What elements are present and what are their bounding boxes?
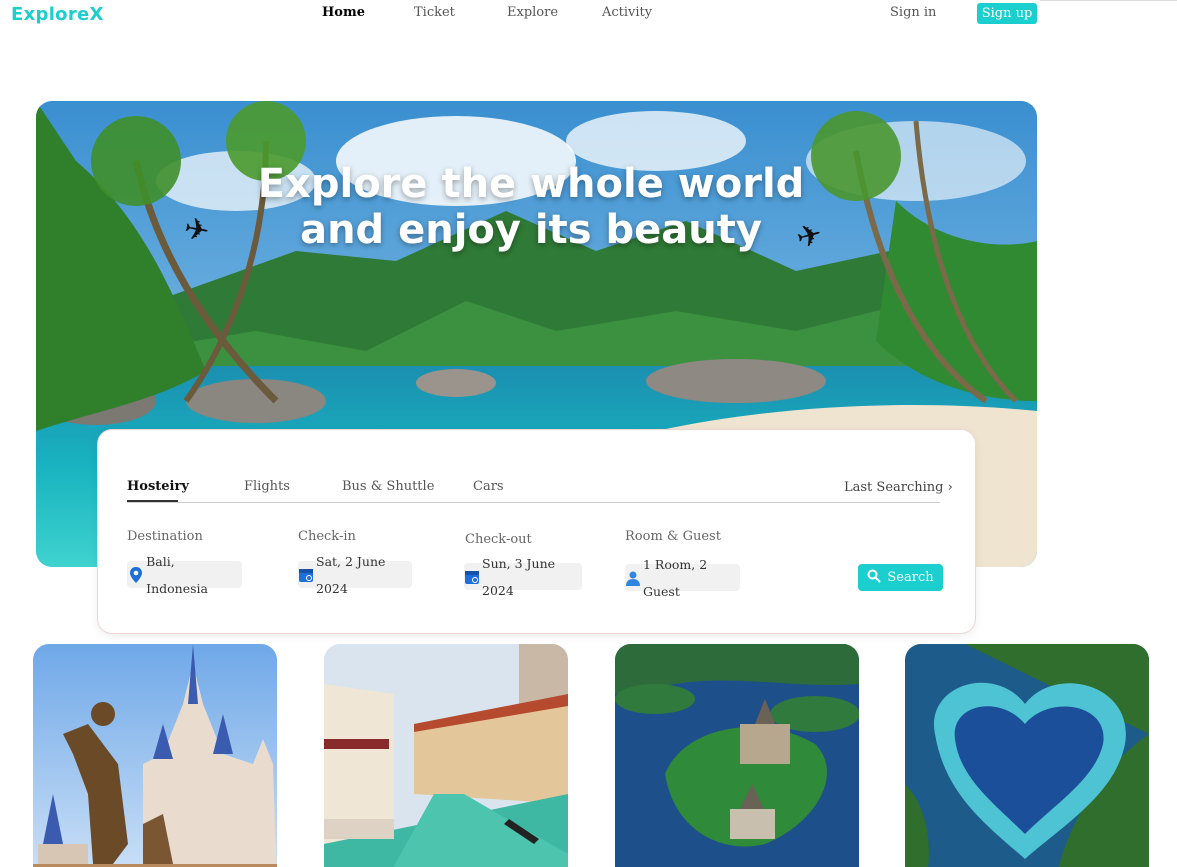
checkin-label: Check-in	[298, 529, 356, 544]
airplane-icon: ✈	[181, 211, 213, 250]
destination-card-castle[interactable]	[33, 644, 277, 867]
sign-up-button[interactable]: Sign up	[977, 3, 1037, 24]
search-button-label: Search	[887, 570, 934, 585]
room-guest-label: Room & Guest	[625, 529, 721, 544]
top-navbar: ExploreX Home Ticket Explore Activity Si…	[0, 0, 1177, 30]
tab-flights[interactable]: Flights	[244, 479, 290, 494]
destination-card-lagoon[interactable]	[905, 644, 1149, 867]
nav-link-home[interactable]: Home	[322, 5, 365, 20]
hero-title-line1: Explore the whole world	[257, 161, 805, 207]
lagoon-photo	[905, 644, 1149, 867]
tab-cars[interactable]: Cars	[473, 479, 504, 494]
calendar-icon	[298, 566, 314, 584]
search-panel: Hosteiry Flights Bus & Shuttle Cars Last…	[98, 430, 975, 633]
magnifier-icon	[867, 569, 882, 587]
search-button[interactable]: Search	[858, 564, 943, 591]
island-photo	[615, 644, 859, 867]
calendar-icon	[464, 568, 480, 586]
checkin-value: Sat, 2 June 2024	[316, 553, 386, 596]
person-icon	[625, 569, 641, 587]
location-pin-icon	[127, 566, 144, 584]
destination-label: Destination	[127, 529, 203, 544]
last-searching-link[interactable]: Last Searching ›	[844, 480, 953, 495]
destination-card-canal[interactable]	[324, 644, 568, 867]
destination-value: Bali, Indonesia	[146, 553, 208, 596]
canal-photo	[324, 644, 568, 867]
chevron-right-icon: ›	[947, 480, 953, 495]
nav-link-ticket[interactable]: Ticket	[414, 5, 455, 20]
nav-link-explore[interactable]: Explore	[507, 5, 558, 20]
nav-link-activity[interactable]: Activity	[602, 5, 652, 20]
nav-divider	[1040, 0, 1177, 1]
room-guest-field[interactable]: 1 Room, 2 Guest	[625, 557, 740, 599]
tab-divider	[127, 502, 940, 503]
sign-in-link[interactable]: Sign in	[890, 5, 936, 20]
last-searching-label: Last Searching	[844, 480, 944, 495]
checkout-field[interactable]: Sun, 3 June 2024	[464, 556, 582, 598]
room-guest-value: 1 Room, 2 Guest	[643, 556, 708, 599]
tab-bus-shuttle[interactable]: Bus & Shuttle	[342, 479, 434, 494]
brand-logo[interactable]: ExploreX	[11, 4, 104, 25]
destination-card-island[interactable]	[615, 644, 859, 867]
tab-hosteiry[interactable]: Hosteiry	[127, 479, 189, 494]
castle-photo	[33, 644, 277, 867]
checkin-field[interactable]: Sat, 2 June 2024	[298, 554, 412, 596]
checkout-value: Sun, 3 June 2024	[482, 555, 556, 598]
checkout-label: Check-out	[465, 532, 532, 547]
destination-field[interactable]: Bali, Indonesia	[127, 554, 242, 596]
